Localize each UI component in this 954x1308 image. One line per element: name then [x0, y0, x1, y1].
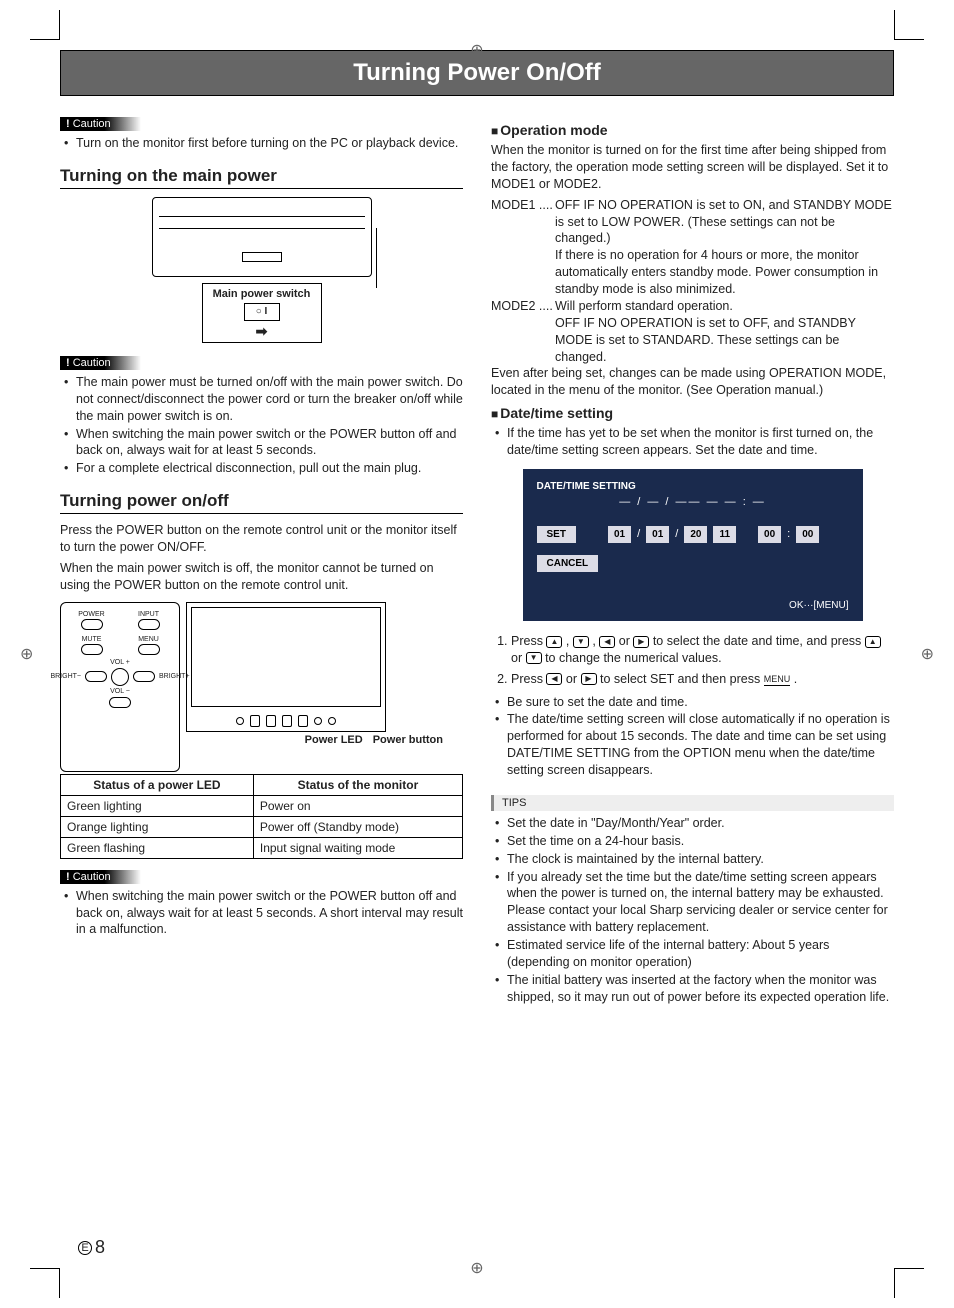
- minute-field[interactable]: 00: [796, 526, 819, 543]
- caution-list: When switching the main power switch or …: [60, 888, 463, 939]
- list-item: Press ◀ or ▶ to select SET and then pres…: [511, 671, 894, 688]
- mode2-row: MODE2 .... Will perform standard operati…: [491, 298, 894, 366]
- day-field[interactable]: 01: [608, 526, 631, 543]
- list-item: For a complete electrical disconnection,…: [60, 460, 463, 477]
- caution-badge: Caution: [60, 356, 141, 370]
- right-icon: ▶: [633, 636, 649, 648]
- intro-list: If the time has yet to be set when the m…: [491, 425, 894, 459]
- power-switch-icon: ○ I: [244, 303, 280, 321]
- date-placeholder: — / — / —— — — : —: [537, 496, 849, 508]
- power-led-icon: [236, 717, 244, 725]
- right-icon: ▶: [581, 673, 597, 685]
- list-item: If the time has yet to be set when the m…: [491, 425, 894, 459]
- list-item: Be sure to set the date and time.: [491, 694, 894, 711]
- arrow-right-icon: ➡: [205, 323, 319, 340]
- list-item: Press ▲ , ▼ , ◀ or ▶ to select the date …: [511, 633, 894, 667]
- power-button-callout: Power button: [373, 734, 443, 746]
- list-item: The clock is maintained by the internal …: [491, 851, 894, 868]
- caution-list: Turn on the monitor first before turning…: [60, 135, 463, 152]
- list-item: Estimated service life of the internal b…: [491, 937, 894, 971]
- table-row: Orange lightingPower off (Standby mode): [61, 816, 463, 837]
- down-icon: ▼: [573, 636, 589, 648]
- table-header: Status of the monitor: [253, 774, 462, 795]
- table-header: Status of a power LED: [61, 774, 254, 795]
- registration-icon: ⊕: [470, 40, 483, 60]
- left-column: Caution Turn on the monitor first before…: [60, 116, 463, 1016]
- panel-title: DATE/TIME SETTING: [537, 481, 849, 492]
- list-item: When switching the main power switch or …: [60, 426, 463, 460]
- heading-operation-mode: Operation mode: [491, 122, 894, 138]
- caution-badge: Caution: [60, 870, 141, 884]
- up-icon: ▲: [865, 636, 881, 648]
- cancel-button[interactable]: CANCEL: [537, 555, 599, 572]
- list-item: Set the date in "Day/Month/Year" order.: [491, 815, 894, 832]
- left-icon: ◀: [546, 673, 562, 685]
- steps-list: Press ▲ , ▼ , ◀ or ▶ to select the date …: [491, 633, 894, 688]
- heading-main-power: Turning on the main power: [60, 166, 463, 189]
- registration-icon: ⊕: [20, 644, 33, 664]
- ok-hint: OK···[MENU]: [537, 600, 849, 611]
- power-led-callout: Power LED: [305, 734, 363, 746]
- down-icon: ▼: [526, 652, 542, 664]
- list-item: The initial battery was inserted at the …: [491, 972, 894, 1006]
- tips-badge: TIPS: [491, 795, 894, 811]
- registration-icon: ⊕: [921, 644, 934, 664]
- list-item: Turn on the monitor first before turning…: [60, 135, 463, 152]
- remote-control-icon: POWER INPUT MUTE MENU VOL + BRIGHT− BRIG…: [60, 602, 180, 772]
- notes-list: Be sure to set the date and time. The da…: [491, 694, 894, 779]
- list-item: The main power must be turned on/off wit…: [60, 374, 463, 425]
- monitor-front-icon: [186, 602, 386, 732]
- registration-icon: ⊕: [470, 1258, 483, 1278]
- diagram-remote-monitor: POWER INPUT MUTE MENU VOL + BRIGHT− BRIG…: [60, 602, 463, 772]
- list-item: When switching the main power switch or …: [60, 888, 463, 939]
- set-button[interactable]: SET: [537, 526, 576, 543]
- caution-list: The main power must be turned on/off wit…: [60, 374, 463, 477]
- diagram-main-power: Main power switch ○ I ➡: [132, 197, 392, 343]
- main-power-switch-label: Main power switch: [213, 288, 311, 300]
- heading-date-time: Date/time setting: [491, 405, 894, 421]
- paragraph: When the main power switch is off, the m…: [60, 560, 463, 594]
- right-column: Operation mode When the monitor is turne…: [491, 116, 894, 1016]
- up-icon: ▲: [546, 636, 562, 648]
- list-item: If you already set the time but the date…: [491, 869, 894, 937]
- led-status-table: Status of a power LED Status of the moni…: [60, 774, 463, 859]
- list-item: Set the time on a 24-hour basis.: [491, 833, 894, 850]
- year1-field[interactable]: 20: [684, 526, 707, 543]
- tips-list: Set the date in "Day/Month/Year" order. …: [491, 815, 894, 1006]
- paragraph: Even after being set, changes can be mad…: [491, 365, 894, 399]
- left-icon: ◀: [599, 636, 615, 648]
- month-field[interactable]: 01: [646, 526, 669, 543]
- paragraph: Press the POWER button on the remote con…: [60, 522, 463, 556]
- caution-badge: Caution: [60, 117, 141, 131]
- year2-field[interactable]: 11: [713, 526, 736, 543]
- page-number: E8: [78, 1237, 105, 1258]
- table-row: Green flashingInput signal waiting mode: [61, 837, 463, 858]
- hour-field[interactable]: 00: [758, 526, 781, 543]
- heading-power-onoff: Turning power on/off: [60, 491, 463, 514]
- date-time-panel: DATE/TIME SETTING — / — / —— — — : — SET…: [523, 469, 863, 621]
- mode1-row: MODE1 .... OFF IF NO OPERATION is set to…: [491, 197, 894, 298]
- paragraph: When the monitor is turned on for the fi…: [491, 142, 894, 193]
- menu-icon: MENU: [764, 673, 791, 686]
- table-row: Green lightingPower on: [61, 795, 463, 816]
- list-item: The date/time setting screen will close …: [491, 711, 894, 779]
